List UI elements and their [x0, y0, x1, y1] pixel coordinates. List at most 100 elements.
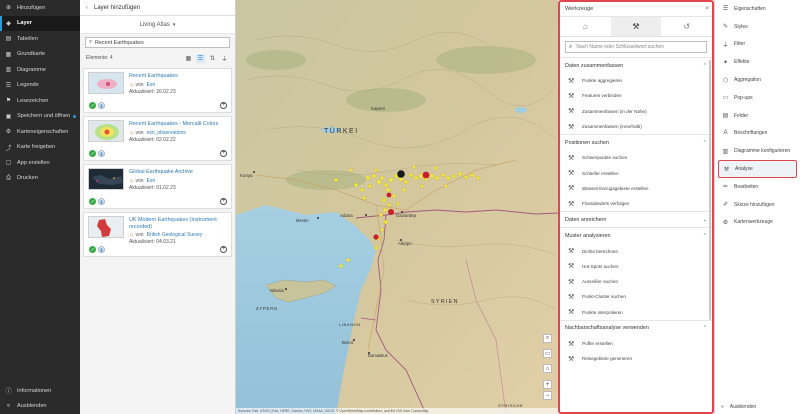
layer-title[interactable]: Global Earthquake Archive	[129, 169, 234, 176]
rightbar-item-styles[interactable]: ✎ Styles	[715, 18, 800, 36]
rightbar-item-label: Skizze hinzufügen	[734, 201, 775, 208]
rightbar-item-label: Analyse	[735, 166, 753, 173]
sort-icon[interactable]: ⇅	[208, 54, 217, 63]
tool-item[interactable]: ⚒ Features verbinden	[560, 88, 712, 103]
tool-item[interactable]: ⚒ Punkte interpolieren	[560, 305, 712, 320]
nav-item-6[interactable]: ⚑ Lesezeichen	[0, 93, 80, 109]
layer-card[interactable]: UK Modern Earthquakes (Instrument record…	[83, 212, 232, 257]
tool-item[interactable]: ⚒ Zusammenfassen (in der Nähe)	[560, 104, 712, 119]
home-icon[interactable]: ⌂	[543, 364, 552, 373]
tool-item[interactable]: ⚒ Wasserrinnzugsgebiete erstellen	[560, 181, 712, 196]
nav-item-9[interactable]: ⤴ Karte freigeben	[0, 140, 80, 156]
tool-item[interactable]: ⚒ Dichte berechnen	[560, 243, 712, 258]
map-label-kayseri: Kayseri	[371, 106, 385, 111]
layer-card[interactable]: Global Earthquake Archive ☺ von Esri Aktual…	[83, 164, 232, 209]
panel-title: Layer hinzufügen	[94, 4, 141, 11]
tool-item-label: Reisegebiete generieren	[582, 356, 633, 362]
nav-item-1[interactable]: ◈ Layer	[0, 15, 80, 31]
zoom-out-button[interactable]: −	[543, 391, 552, 400]
tool-item[interactable]: ⚒ Puffer erstellen	[560, 336, 712, 351]
nav-item-3[interactable]: ▦ Grundkarte	[0, 47, 80, 63]
tool-group-header[interactable]: Muster analysieren ⌃	[560, 228, 712, 244]
collapse-button[interactable]: » Ausblenden	[715, 400, 800, 414]
layer-owner: ☺ von British Geological Survey	[129, 232, 202, 238]
owner-name[interactable]: Esri	[147, 82, 156, 88]
rightbar-item-felder[interactable]: ▤ Felder	[715, 107, 800, 125]
rightbar-item-label: Pop-ups	[734, 94, 753, 101]
tool-item[interactable]: ⚒ Zusammenfassen (innerhalb)	[560, 119, 712, 134]
nav-item-label: Informationen	[17, 387, 52, 394]
tool-item-label: Zusammenfassen (in der Nähe)	[582, 108, 647, 114]
tool-group-header[interactable]: Daten zusammenfassen ⌃	[560, 58, 712, 73]
add-layer-icon[interactable]: +	[220, 102, 227, 109]
tools-header: Werkzeuge ×	[560, 2, 712, 17]
tool-group-header[interactable]: Nachbarschaftsanalyse verwenden ⌃	[560, 320, 712, 336]
owner-name[interactable]: British Geological Survey	[147, 232, 203, 238]
layer-updated: Aktualisiert: 26.02.23	[129, 88, 176, 95]
filter-icon[interactable]: ⏚	[220, 54, 229, 63]
tool-group-header[interactable]: Daten anreichern ⌄	[560, 212, 712, 228]
tool-item[interactable]: ⚒ Flussabwärts verfolgen	[560, 196, 712, 211]
layer-card[interactable]: Recent Earthquakes - Mercalli Colors ☺ vo…	[83, 116, 232, 161]
layer-search-input[interactable]: ⌕ Recent Earthquakes	[85, 37, 230, 48]
tool-item[interactable]: ⚒ Ausreißer suchen	[560, 274, 712, 289]
rightbar-item-diagramme-konfigurieren[interactable]: ▥ Diagramme konfigurieren	[715, 142, 800, 160]
tool-item[interactable]: ⚒ Schleifer erstellen	[560, 165, 712, 180]
layer-title[interactable]: UK Modern Earthquakes (Instrument record…	[129, 217, 234, 230]
hammer-icon[interactable]: ⚒	[610, 17, 662, 36]
tool-item[interactable]: ⚒ Schwerpunkte suchen	[560, 150, 712, 165]
rightbar-item-bearbeiten[interactable]: ✏ Bearbeiten	[715, 178, 800, 196]
rightbar-item-eigenschaften[interactable]: ☰ Eigenschaften	[715, 0, 800, 18]
nav-bottom-item-1[interactable]: « Ausblenden	[0, 399, 80, 414]
nav-item-10[interactable]: ▢ App erstellen	[0, 155, 80, 171]
zoom-in-button[interactable]: +	[543, 380, 552, 389]
nav-bottom-item-0[interactable]: ⓘ Informationen	[0, 383, 80, 399]
nav-item-8[interactable]: ⚙ Karteneigenschaften	[0, 124, 80, 140]
screen-icon[interactable]: ▭	[543, 349, 552, 358]
rightbar-item-aggregation[interactable]: ⬡ Aggregation	[715, 71, 800, 89]
layer-title[interactable]: Recent Earthquakes	[129, 73, 234, 80]
left-navigation: ⊕ Hinzufügen ◈ Layer ▤ Tabellen ▦ Grundkarte ▥ Di…	[0, 0, 80, 414]
map-view[interactable]: TÜRKEI SYRIEN ZYPERN LIBANON Konya Adana…	[236, 0, 558, 414]
add-layer-icon[interactable]: +	[220, 246, 227, 253]
hammer-icon: ⚒	[568, 185, 575, 193]
rightbar-item-filter[interactable]: ⏚ Filter	[715, 36, 800, 54]
owner-name[interactable]: esri_observations	[147, 130, 186, 136]
rightbar-item-beschriftungen[interactable]: A Beschriftungen	[715, 125, 800, 143]
tool-item[interactable]: ⚒ Punkte aggregieren	[560, 73, 712, 88]
history-icon[interactable]: ↺	[661, 17, 712, 36]
close-icon[interactable]: ×	[705, 6, 709, 12]
grid-view-icon[interactable]: ▦	[184, 54, 193, 63]
rightbar-item-pop-ups[interactable]: ▭ Pop-ups	[715, 89, 800, 107]
rightbar-item-skizze-hinzuf-gen[interactable]: ✐ Skizze hinzufügen	[715, 196, 800, 214]
tool-group-header[interactable]: Positionen suchen ⌃	[560, 135, 712, 151]
back-arrow-icon[interactable]: ‹	[86, 5, 88, 11]
layer-title[interactable]: Recent Earthquakes - Mercalli Colors	[129, 121, 234, 128]
layer-card[interactable]: Recent Earthquakes ☺ von Esri Aktualisiert:…	[83, 68, 232, 113]
list-view-icon[interactable]: ☰	[196, 53, 205, 63]
nav-item-2[interactable]: ▤ Tabellen	[0, 31, 80, 47]
tool-group: Nachbarschaftsanalyse verwenden ⌃ ⚒ Puffer …	[560, 319, 712, 367]
rightbar-item-kartenwerkzeuge[interactable]: ⚙ Kartenwerkzeuge	[715, 214, 800, 232]
tool-item[interactable]: ⚒ Hot-Spots suchen	[560, 259, 712, 274]
tools-search-input[interactable]: ⌕ Nach Name oder Schlüsselwort suchen	[565, 41, 707, 53]
source-dropdown[interactable]: Living Atlas ▾	[80, 16, 235, 34]
add-layer-icon[interactable]: +	[220, 150, 227, 157]
rightbar-item-effekte[interactable]: ✦ Effekte	[715, 53, 800, 71]
nav-item-0[interactable]: ⊕ Hinzufügen	[0, 0, 80, 16]
hammer-icon: ⚒	[568, 293, 575, 301]
tool-item[interactable]: ⚒ Reisegebiete generieren	[560, 351, 712, 366]
scrollbar[interactable]	[709, 60, 711, 320]
nav-item-5[interactable]: ☰ Legende	[0, 78, 80, 94]
search-map-icon[interactable]: ⌕	[543, 334, 552, 343]
owner-name[interactable]: Esri	[147, 178, 156, 184]
nav-item-7[interactable]: ▣ Speichern und öffnen	[0, 109, 80, 125]
rightbar-item-analyse[interactable]: ⚒ Analyse	[718, 160, 797, 178]
tool-item[interactable]: ⚒ Punkt-Cluster suchen	[560, 289, 712, 304]
home-icon[interactable]: ⌂	[560, 17, 611, 36]
layer-badges: ✓ ◍	[89, 246, 107, 253]
save-icon: ▣	[5, 113, 12, 120]
nav-item-4[interactable]: ▥ Diagramme	[0, 62, 80, 78]
add-layer-icon[interactable]: +	[220, 198, 227, 205]
nav-item-11[interactable]: ⎙ Drucken	[0, 171, 80, 187]
